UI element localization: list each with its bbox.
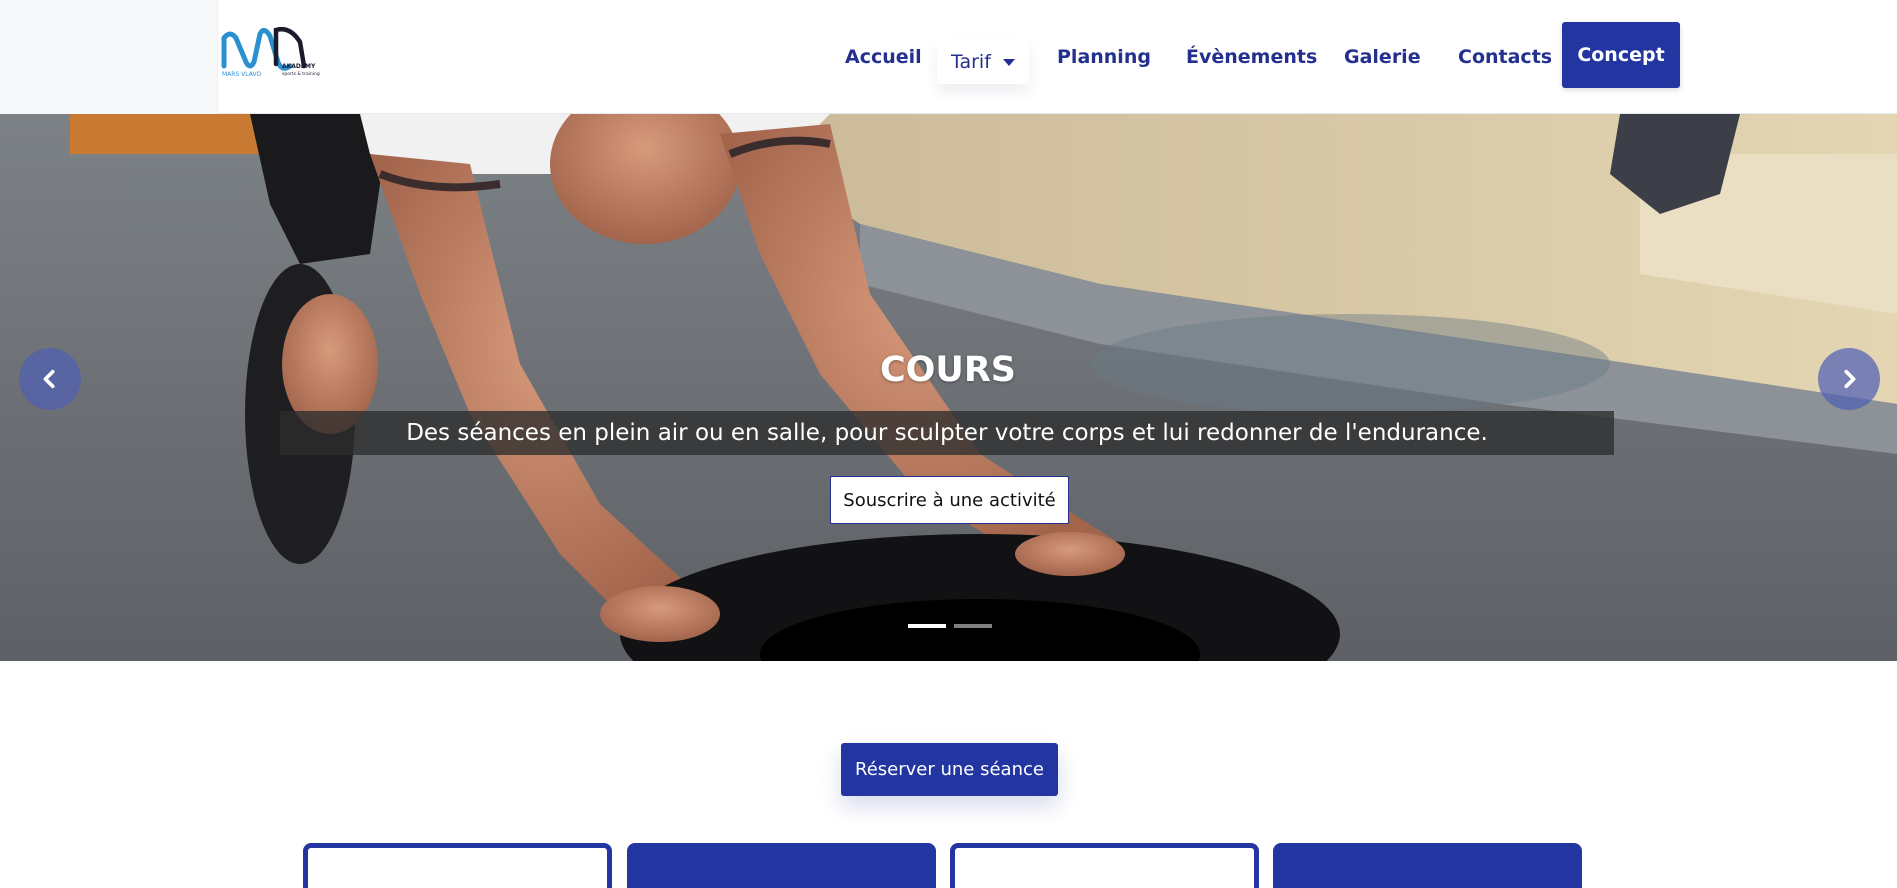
caret-down-icon xyxy=(1002,58,1015,66)
site-header: MARS VLAVO AKADEMY sports & training Acc… xyxy=(0,0,1897,114)
activity-card-3[interactable] xyxy=(950,843,1259,888)
carousel-indicators xyxy=(908,624,992,630)
nav-contacts[interactable]: Contacts xyxy=(1458,42,1552,72)
carousel-prev-button[interactable] xyxy=(19,348,81,410)
hero-title: COURS xyxy=(879,350,1017,390)
carousel-next-button[interactable] xyxy=(1818,348,1880,410)
nav-tarif-label: Tarif xyxy=(951,51,991,73)
nav-planning[interactable]: Planning xyxy=(1057,42,1151,72)
concept-button[interactable]: Concept xyxy=(1562,22,1680,88)
activity-card-4[interactable] xyxy=(1273,843,1582,888)
activity-card-1[interactable] xyxy=(303,843,612,888)
nav-tarif-dropdown[interactable]: Tarif xyxy=(937,40,1029,84)
chevron-right-icon xyxy=(1844,369,1856,389)
activity-card-2[interactable] xyxy=(627,843,936,888)
chevron-left-icon xyxy=(43,369,55,389)
carousel-indicator-1[interactable] xyxy=(908,624,946,628)
reserve-session-button[interactable]: Réserver une séance xyxy=(841,743,1058,796)
subscribe-activity-button[interactable]: Souscrire à une activité xyxy=(830,476,1069,524)
nav-galerie[interactable]: Galerie xyxy=(1344,42,1421,72)
nav-evenements[interactable]: Évènements xyxy=(1186,42,1317,72)
nav-accueil[interactable]: Accueil xyxy=(845,42,922,72)
hero-subtitle: Des séances en plein air ou en salle, po… xyxy=(406,420,1488,446)
hero-carousel: COURS Des séances en plein air ou en sal… xyxy=(0,114,1897,661)
main-nav: Accueil Tarif Planning Évènements Galeri… xyxy=(0,0,1897,114)
carousel-indicator-2[interactable] xyxy=(954,624,992,628)
